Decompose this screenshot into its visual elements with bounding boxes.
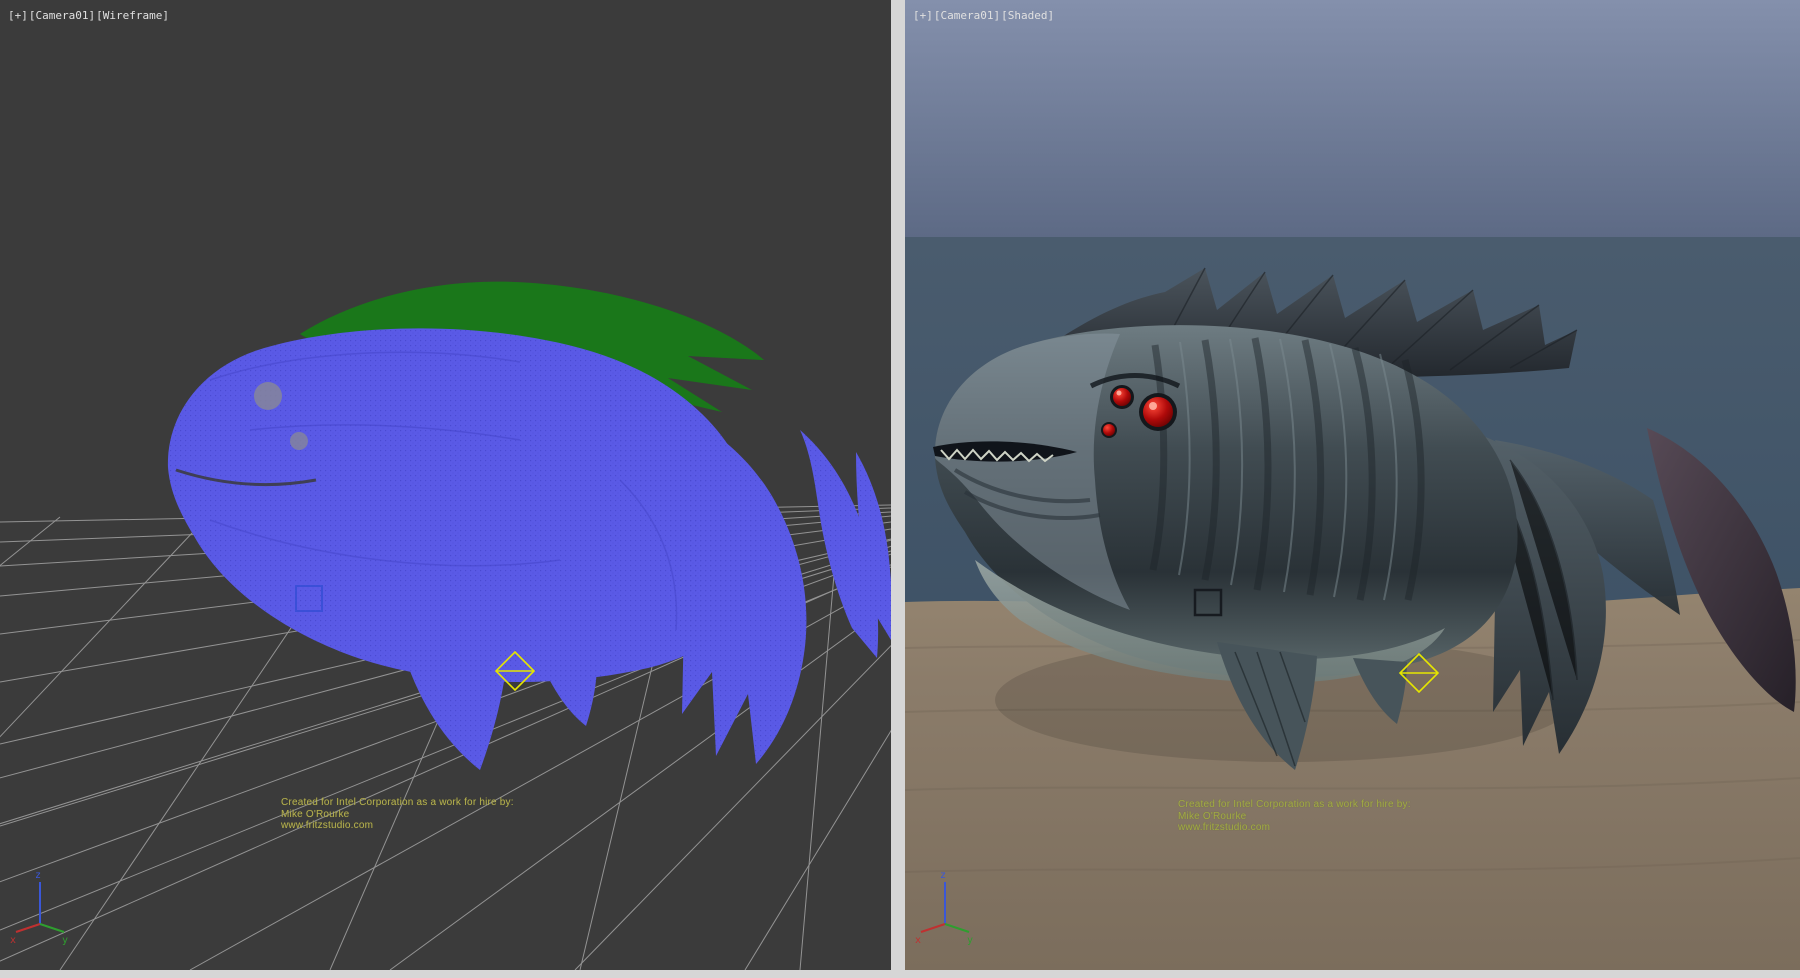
viewport-divider[interactable] — [891, 0, 905, 978]
watermark-line-1: Created for Intel Corporation as a work … — [1178, 799, 1411, 811]
viewport-general-menu[interactable]: [+] — [913, 9, 933, 22]
head-marking-large — [254, 382, 282, 410]
viewport-wireframe[interactable]: [+][Camera01][Wireframe] — [0, 0, 891, 970]
axis-x-label: x — [10, 935, 16, 946]
sky — [905, 0, 1800, 237]
eye-large-highlight — [1149, 402, 1157, 410]
viewport-pov-menu[interactable]: [Camera01] — [29, 9, 95, 22]
frame-bottom-border — [0, 970, 1800, 978]
axis-y-label: y — [62, 935, 68, 946]
axis-x-label: x — [915, 935, 921, 946]
world-axis-tripod: z x y — [10, 866, 80, 946]
watermark-line-2: Mike O'Rourke — [281, 809, 514, 821]
watermark-line-1: Created for Intel Corporation as a work … — [281, 797, 514, 809]
eye-small — [1103, 424, 1115, 436]
viewport-pov-menu[interactable]: [Camera01] — [934, 9, 1000, 22]
watermark-line-2: Mike O'Rourke — [1178, 811, 1411, 823]
watermark-line-3: www.fritzstudio.com — [281, 820, 514, 832]
world-axis-tripod: z x y — [915, 866, 985, 946]
viewport-general-menu[interactable]: [+] — [8, 9, 28, 22]
viewport-shading-menu[interactable]: [Wireframe] — [96, 9, 169, 22]
axis-z-label: z — [940, 870, 946, 881]
scene-watermark: Created for Intel Corporation as a work … — [281, 797, 514, 832]
viewport-label-left: [+][Camera01][Wireframe] — [8, 9, 170, 22]
eye-large — [1143, 397, 1173, 427]
dual-viewport-stage: [+][Camera01][Wireframe] — [0, 0, 1800, 978]
viewport-label-right: [+][Camera01][Shaded] — [913, 9, 1055, 22]
axis-y-label: y — [967, 935, 973, 946]
eye-medium — [1113, 388, 1131, 406]
axis-z-label: z — [35, 870, 41, 881]
watermark-line-3: www.fritzstudio.com — [1178, 822, 1411, 834]
scene-watermark: Created for Intel Corporation as a work … — [1178, 799, 1411, 834]
head-marking-small — [290, 432, 308, 450]
viewport-shading-menu[interactable]: [Shaded] — [1001, 9, 1054, 22]
viewport-shaded[interactable]: [+][Camera01][Shaded] — [905, 0, 1800, 970]
